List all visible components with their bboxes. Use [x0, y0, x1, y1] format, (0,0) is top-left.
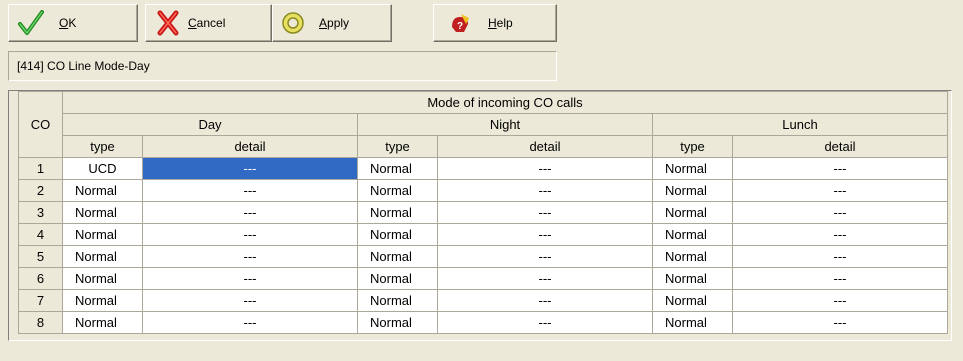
group-header: Mode of incoming CO calls [62, 91, 948, 114]
lunch-detail-cell[interactable]: --- [732, 311, 948, 334]
lunch-type-cell[interactable]: Normal [652, 245, 733, 268]
lunch-type-header: type [652, 135, 733, 158]
day-detail-cell[interactable]: --- [142, 157, 358, 180]
night-detail-cell[interactable]: --- [437, 223, 653, 246]
lunch-type-cell[interactable]: Normal [652, 223, 733, 246]
night-detail-cell[interactable]: --- [437, 245, 653, 268]
day-detail-cell[interactable]: --- [142, 223, 358, 246]
cancel-label: Cancel [188, 16, 226, 30]
cross-icon [154, 9, 182, 37]
table-row: 6 Normal --- Normal --- Normal --- [18, 267, 948, 290]
table-row: 5 Normal --- Normal --- Normal --- [18, 245, 948, 268]
section-header-day: Day [62, 113, 358, 136]
table-row: 8 Normal --- Normal --- Normal --- [18, 311, 948, 334]
day-type-cell[interactable]: UCD [62, 157, 143, 180]
day-type-cell[interactable]: Normal [62, 201, 143, 224]
day-detail-cell[interactable]: --- [142, 179, 358, 202]
night-detail-cell[interactable]: --- [437, 289, 653, 312]
day-detail-cell[interactable]: --- [142, 267, 358, 290]
day-type-header: type [62, 135, 143, 158]
lunch-type-cell[interactable]: Normal [652, 201, 733, 224]
lunch-detail-cell[interactable]: --- [732, 157, 948, 180]
lunch-detail-cell[interactable]: --- [732, 245, 948, 268]
table-row: 3 Normal --- Normal --- Normal --- [18, 201, 948, 224]
help-label: Help [488, 16, 513, 30]
night-type-cell[interactable]: Normal [357, 223, 438, 246]
night-type-cell[interactable]: Normal [357, 157, 438, 180]
lunch-detail-cell[interactable]: --- [732, 201, 948, 224]
table-row: 2 Normal --- Normal --- Normal --- [18, 179, 948, 202]
co-number-cell: 6 [18, 267, 63, 290]
day-detail-cell[interactable]: --- [142, 201, 358, 224]
night-type-cell[interactable]: Normal [357, 179, 438, 202]
ring-icon [279, 9, 307, 37]
night-detail-cell[interactable]: --- [437, 267, 653, 290]
night-detail-cell[interactable]: --- [437, 157, 653, 180]
apply-label: Apply [319, 16, 350, 30]
lunch-type-cell[interactable]: Normal [652, 267, 733, 290]
cancel-button[interactable]: Cancel [145, 4, 272, 42]
night-type-cell[interactable]: Normal [357, 201, 438, 224]
table-row: 4 Normal --- Normal --- Normal --- [18, 223, 948, 246]
night-type-cell[interactable]: Normal [357, 289, 438, 312]
night-detail-header: detail [437, 135, 653, 158]
night-detail-cell[interactable]: --- [437, 311, 653, 334]
co-number-cell: 2 [18, 179, 63, 202]
night-type-cell[interactable]: Normal [357, 267, 438, 290]
night-detail-cell[interactable]: --- [437, 201, 653, 224]
section-header-lunch: Lunch [652, 113, 948, 136]
night-detail-cell[interactable]: --- [437, 179, 653, 202]
svg-text:?: ? [457, 21, 463, 32]
apply-button[interactable]: Apply [272, 4, 392, 42]
co-number-cell: 3 [18, 201, 63, 224]
co-line-mode-table: CO Mode of incoming CO calls Day Night L… [18, 91, 948, 334]
checkmark-icon [17, 9, 45, 37]
day-type-cell[interactable]: Normal [62, 289, 143, 312]
lunch-detail-cell[interactable]: --- [732, 179, 948, 202]
table-frame: CO Mode of incoming CO calls Day Night L… [8, 90, 952, 341]
co-number-cell: 8 [18, 311, 63, 334]
section-header-night: Night [357, 113, 653, 136]
lunch-type-cell[interactable]: Normal [652, 157, 733, 180]
lunch-type-cell[interactable]: Normal [652, 179, 733, 202]
screen-title-text: [414] CO Line Mode-Day [17, 59, 150, 73]
lunch-type-cell[interactable]: Normal [652, 311, 733, 334]
lunch-detail-cell[interactable]: --- [732, 223, 948, 246]
co-number-cell: 4 [18, 223, 63, 246]
lunch-detail-cell[interactable]: --- [732, 289, 948, 312]
co-number-cell: 1 [18, 157, 63, 180]
night-type-cell[interactable]: Normal [357, 245, 438, 268]
day-type-cell[interactable]: Normal [62, 267, 143, 290]
lunch-detail-header: detail [732, 135, 948, 158]
co-number-cell: 5 [18, 245, 63, 268]
day-type-cell[interactable]: Normal [62, 311, 143, 334]
ok-label: OK [59, 16, 77, 30]
lunch-detail-cell[interactable]: --- [732, 267, 948, 290]
day-detail-cell[interactable]: --- [142, 245, 358, 268]
day-detail-header: detail [142, 135, 358, 158]
screen-title: [414] CO Line Mode-Day [8, 51, 557, 81]
day-type-cell[interactable]: Normal [62, 223, 143, 246]
day-detail-cell[interactable]: --- [142, 289, 358, 312]
night-type-cell[interactable]: Normal [357, 311, 438, 334]
co-number-cell: 7 [18, 289, 63, 312]
table-row: 1 UCD --- Normal --- Normal --- [18, 157, 948, 180]
table-row: 7 Normal --- Normal --- Normal --- [18, 289, 948, 312]
help-icon: ? [446, 9, 474, 37]
co-header: CO [18, 91, 63, 158]
help-button[interactable]: ? Help [433, 4, 557, 42]
lunch-type-cell[interactable]: Normal [652, 289, 733, 312]
day-detail-cell[interactable]: --- [142, 311, 358, 334]
day-type-cell[interactable]: Normal [62, 179, 143, 202]
ok-button[interactable]: OK [8, 4, 138, 42]
night-type-header: type [357, 135, 438, 158]
day-type-cell[interactable]: Normal [62, 245, 143, 268]
